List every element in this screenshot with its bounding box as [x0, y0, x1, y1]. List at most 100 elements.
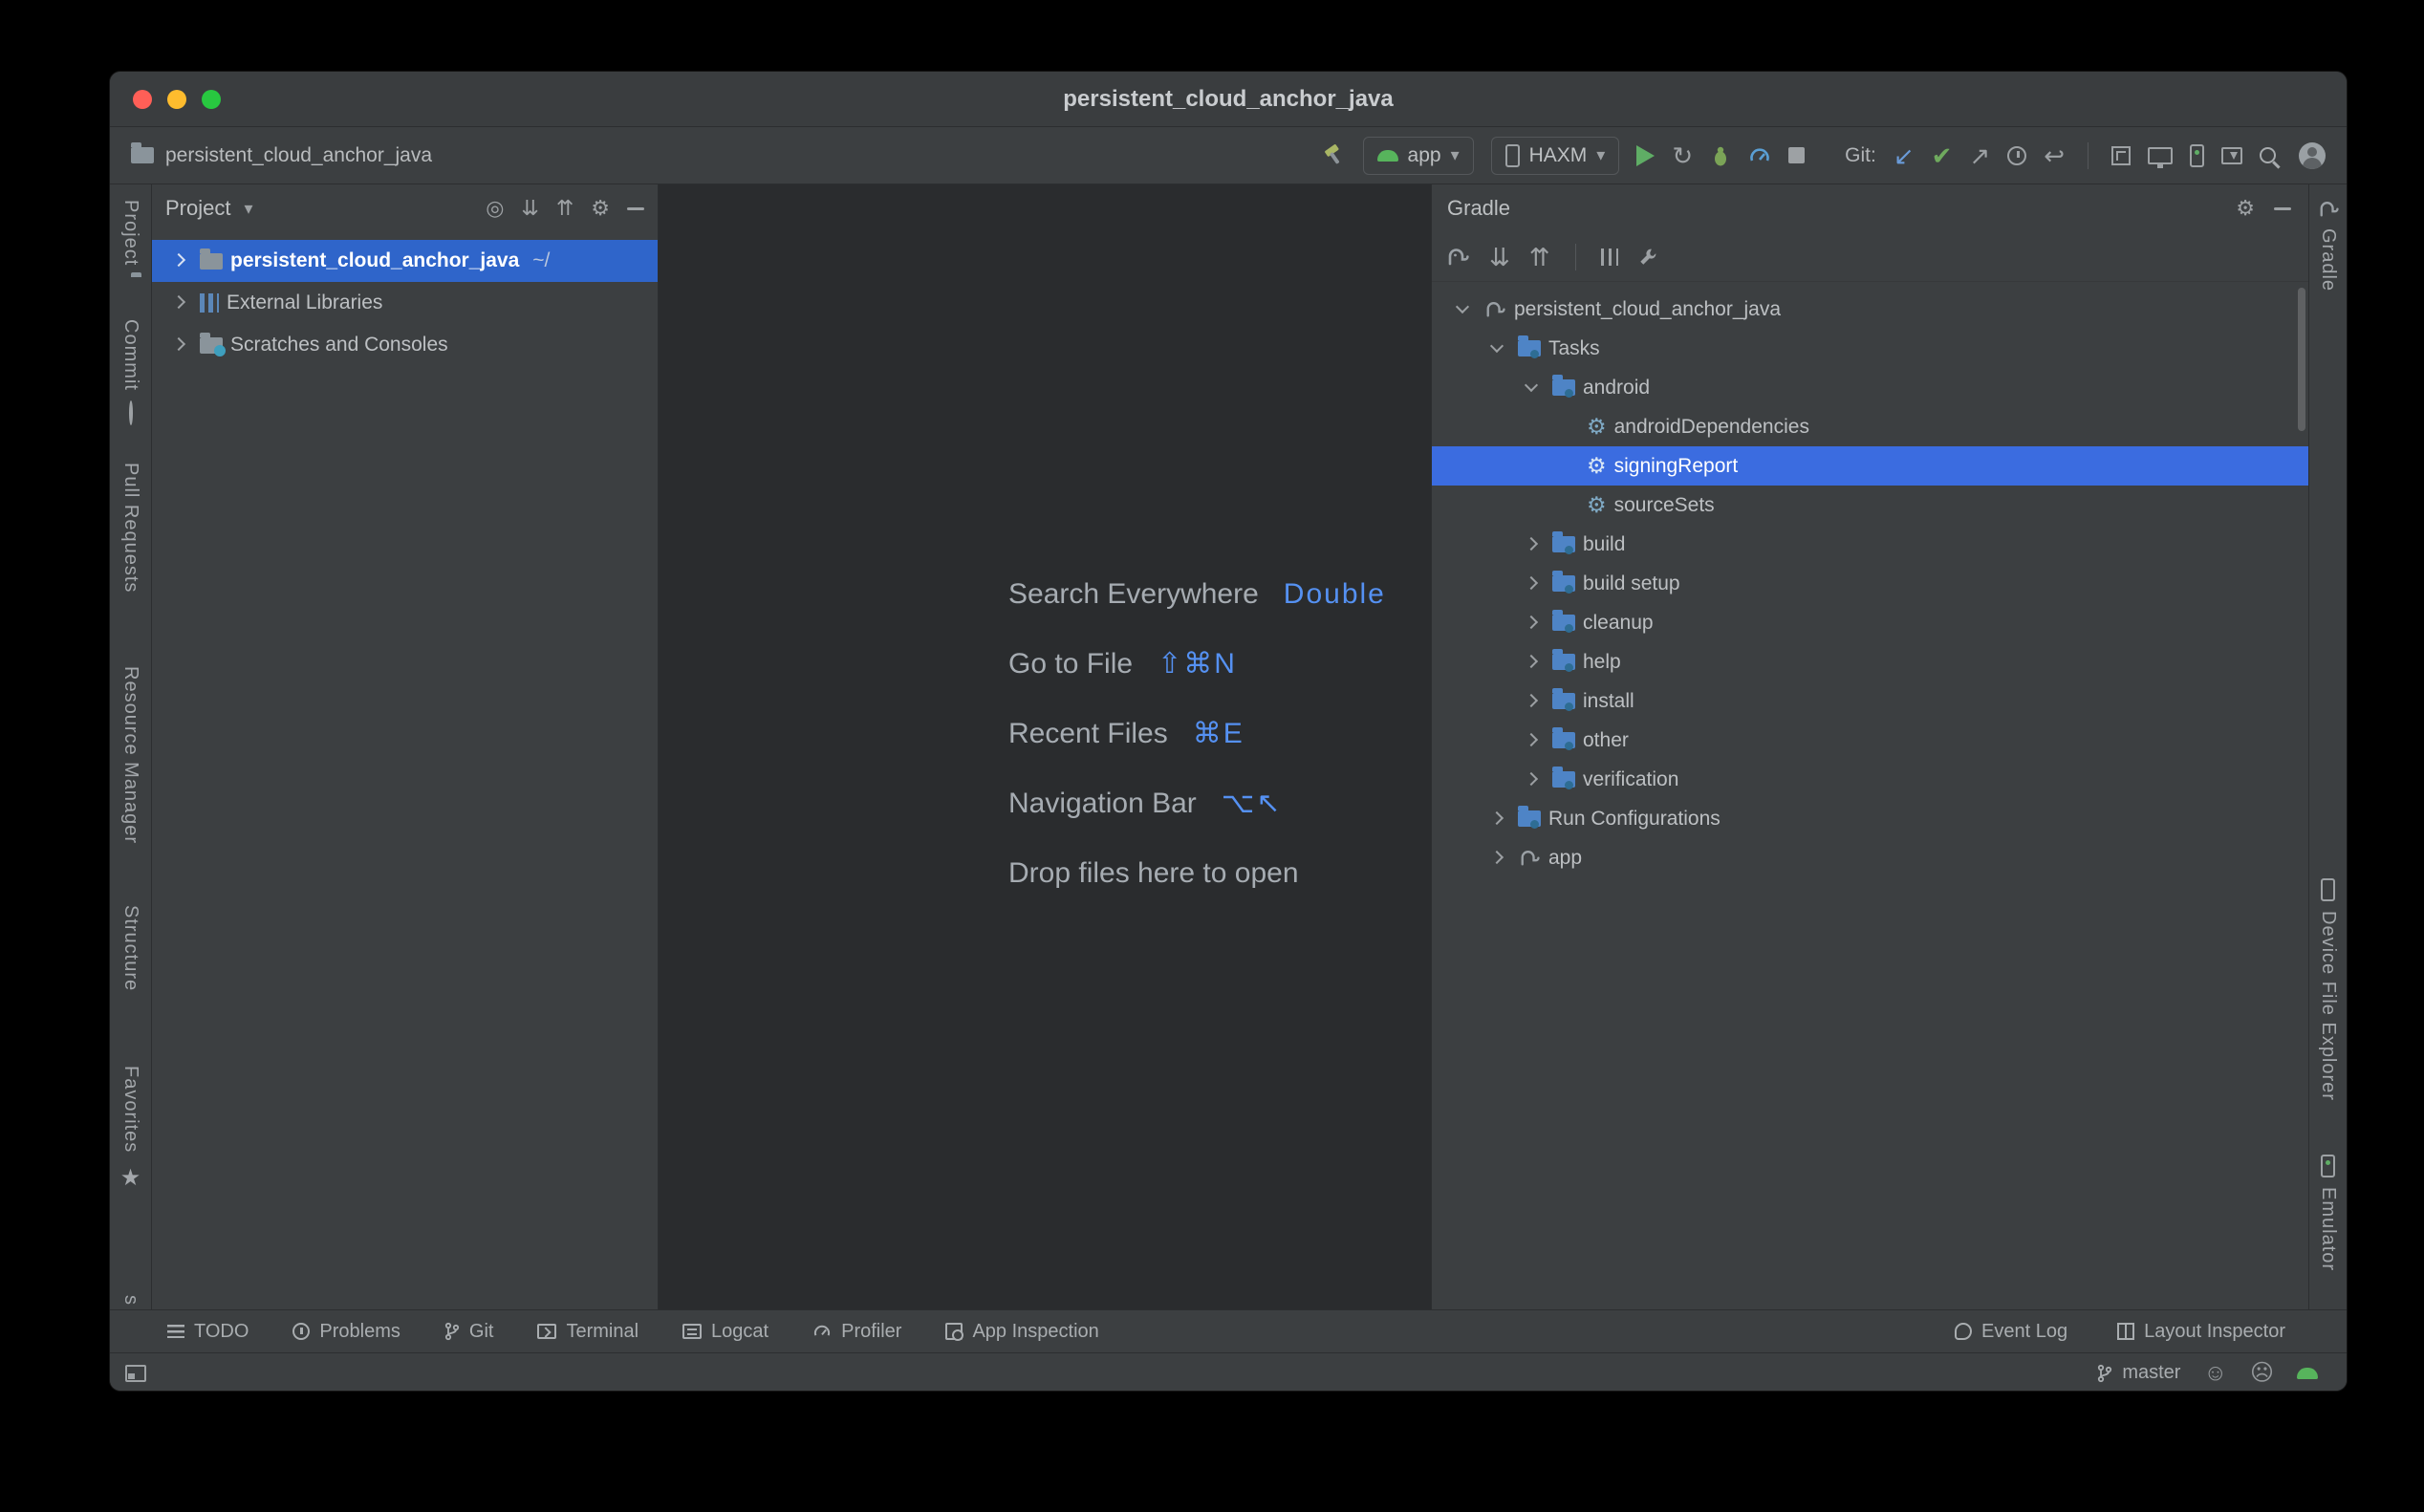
toolwindow-profiler[interactable]: Profiler — [812, 1321, 901, 1343]
chevron-right-icon[interactable] — [1482, 805, 1510, 833]
tree-row-external-libraries[interactable]: External Libraries — [152, 282, 658, 324]
tree-row-scratches[interactable]: Scratches and Consoles — [152, 324, 658, 366]
sidebar-item-structure[interactable]: Structure — [119, 905, 141, 991]
settings-gear-icon[interactable]: ⚙ — [591, 198, 610, 219]
stop-button[interactable] — [1788, 147, 1805, 163]
gradle-row-project[interactable]: persistent_cloud_anchor_java — [1432, 290, 2308, 329]
device-file-explorer-icon[interactable] — [2321, 878, 2335, 901]
device-select[interactable]: HAXM ▾ — [1491, 137, 1620, 175]
locate-file-icon[interactable]: ◎ — [486, 198, 504, 219]
git-update-icon[interactable]: ↙ — [1894, 143, 1915, 168]
sidebar-item-partial[interactable]: s — [119, 1295, 141, 1306]
gradle-sync-icon[interactable] — [1445, 247, 1470, 268]
toolwindow-app-inspection[interactable]: App Inspection — [945, 1321, 1098, 1343]
profile-avatar[interactable] — [2299, 142, 2326, 169]
gradle-filter-icon[interactable] — [1601, 248, 1618, 266]
feedback-frown-icon[interactable]: ☹ — [2250, 1362, 2274, 1385]
gradle-row-sourceSets[interactable]: ⚙ sourceSets — [1432, 486, 2308, 525]
search-everywhere-icon[interactable] — [2260, 147, 2282, 163]
gradle-row-android[interactable]: android — [1432, 368, 2308, 407]
chevron-right-icon[interactable] — [1482, 844, 1510, 873]
collapse-all-icon[interactable]: ⇈ — [1529, 245, 1550, 270]
android-status-icon[interactable] — [2297, 1368, 2318, 1379]
chevron-down-icon[interactable] — [1482, 335, 1510, 363]
chevron-right-icon[interactable] — [1516, 609, 1545, 637]
gradle-row-install[interactable]: install — [1432, 681, 2308, 721]
gradle-row-run-configurations[interactable]: Run Configurations — [1432, 799, 2308, 838]
gradle-row-tasks[interactable]: Tasks — [1432, 329, 2308, 368]
chevron-right-icon[interactable] — [1516, 726, 1545, 755]
git-history-icon[interactable] — [2007, 146, 2026, 165]
toolwindow-logcat[interactable]: Logcat — [682, 1321, 768, 1343]
gradle-row-signingReport[interactable]: ⚙ signingReport — [1432, 446, 2308, 486]
git-rollback-icon[interactable]: ↩ — [2044, 143, 2065, 168]
sidebar-item-device-file-explorer[interactable]: Device File Explorer — [2317, 911, 2339, 1101]
avd-manager-icon[interactable] — [2190, 144, 2204, 167]
chevron-right-icon[interactable] — [163, 331, 192, 359]
project-panel-title[interactable]: Project — [165, 196, 230, 221]
gradle-row-verification[interactable]: verification — [1432, 760, 2308, 799]
sidebar-item-resource-manager[interactable]: Resource Manager — [119, 666, 141, 844]
editor-area[interactable]: Search Everywhere Double Go to File ⇧⌘N … — [659, 184, 1431, 1309]
collapse-all-icon[interactable]: ⇈ — [556, 198, 574, 219]
sidebar-item-pull-requests[interactable]: Pull Requests — [119, 463, 141, 593]
tree-row-project-root[interactable]: persistent_cloud_anchor_java ~/ — [152, 240, 658, 282]
sidebar-item-project[interactable]: Project — [119, 200, 141, 266]
build-hammer-icon[interactable] — [1321, 143, 1346, 168]
gradle-row-build[interactable]: build — [1432, 525, 2308, 564]
tasks-folder-icon — [1552, 732, 1575, 748]
hide-panel-icon[interactable] — [2274, 207, 2291, 210]
gradle-row-build-setup[interactable]: build setup — [1432, 564, 2308, 603]
toolwindow-git[interactable]: Git — [444, 1321, 494, 1343]
toolwindow-terminal[interactable]: Terminal — [537, 1321, 638, 1343]
chevron-right-icon[interactable] — [1516, 648, 1545, 677]
run-configuration-select[interactable]: app ▾ — [1363, 137, 1474, 175]
debug-icon[interactable] — [1710, 144, 1731, 167]
toolwindow-todo[interactable]: TODO — [167, 1321, 249, 1343]
settings-gear-icon[interactable]: ⚙ — [2236, 198, 2255, 219]
favorites-star-icon[interactable]: ★ — [120, 1164, 141, 1192]
chevron-down-icon[interactable] — [1447, 295, 1476, 324]
gradle-row-cleanup[interactable]: cleanup — [1432, 603, 2308, 642]
profile-icon[interactable] — [1748, 144, 1771, 167]
toolwindow-problems[interactable]: Problems — [292, 1321, 400, 1343]
gradle-row-androidDependencies[interactable]: ⚙ androidDependencies — [1432, 407, 2308, 446]
chevron-right-icon[interactable] — [1516, 530, 1545, 559]
commit-stripe-icon[interactable] — [129, 400, 133, 425]
gradle-row-other[interactable]: other — [1432, 721, 2308, 760]
sdk-manager-icon[interactable] — [2221, 147, 2242, 164]
chevron-right-icon[interactable] — [1516, 687, 1545, 716]
scrollbar-thumb[interactable] — [2298, 288, 2305, 431]
emulator-icon[interactable] — [2321, 1155, 2335, 1177]
sidebar-item-commit[interactable]: Commit — [119, 319, 141, 391]
gradle-row-help[interactable]: help — [1432, 642, 2308, 681]
sidebar-item-emulator[interactable]: Emulator — [2317, 1187, 2339, 1271]
toolwindow-layout-inspector[interactable]: Layout Inspector — [2117, 1321, 2285, 1343]
gradle-row-app[interactable]: app — [1432, 838, 2308, 877]
apply-changes-icon[interactable]: ↻ — [1672, 143, 1693, 168]
breadcrumb[interactable]: persistent_cloud_anchor_java — [131, 144, 432, 167]
toolwindow-event-log[interactable]: Event Log — [1955, 1321, 2067, 1343]
chevron-down-icon[interactable] — [1516, 374, 1545, 402]
chevron-right-icon[interactable] — [163, 289, 192, 317]
git-branch-widget[interactable]: master — [2097, 1362, 2180, 1384]
run-button[interactable] — [1636, 145, 1655, 166]
hide-panel-icon[interactable] — [627, 207, 644, 210]
expand-all-icon[interactable]: ⇊ — [521, 198, 538, 219]
toolwindow-switcher-icon[interactable] — [125, 1365, 146, 1382]
sidebar-item-favorites[interactable]: Favorites — [119, 1066, 141, 1153]
chevron-down-icon[interactable]: ▾ — [244, 199, 252, 219]
sidebar-item-gradle[interactable]: Gradle — [2317, 228, 2339, 292]
git-commit-icon[interactable]: ✔ — [1932, 143, 1953, 168]
chevron-right-icon[interactable] — [1516, 766, 1545, 794]
git-push-icon[interactable]: ↗ — [1969, 143, 1990, 168]
chevron-right-icon[interactable] — [163, 247, 192, 275]
gradle-stripe-icon[interactable] — [2317, 200, 2340, 219]
chevron-right-icon[interactable] — [1516, 570, 1545, 598]
device-manager-icon[interactable] — [2148, 147, 2173, 164]
gradle-settings-wrench-icon[interactable] — [1637, 247, 1658, 268]
titlebar[interactable]: persistent_cloud_anchor_java — [110, 72, 2347, 127]
project-structure-icon[interactable] — [2111, 146, 2131, 165]
expand-all-icon[interactable]: ⇊ — [1489, 245, 1510, 270]
feedback-smiley-icon[interactable]: ☺ — [2203, 1362, 2227, 1385]
